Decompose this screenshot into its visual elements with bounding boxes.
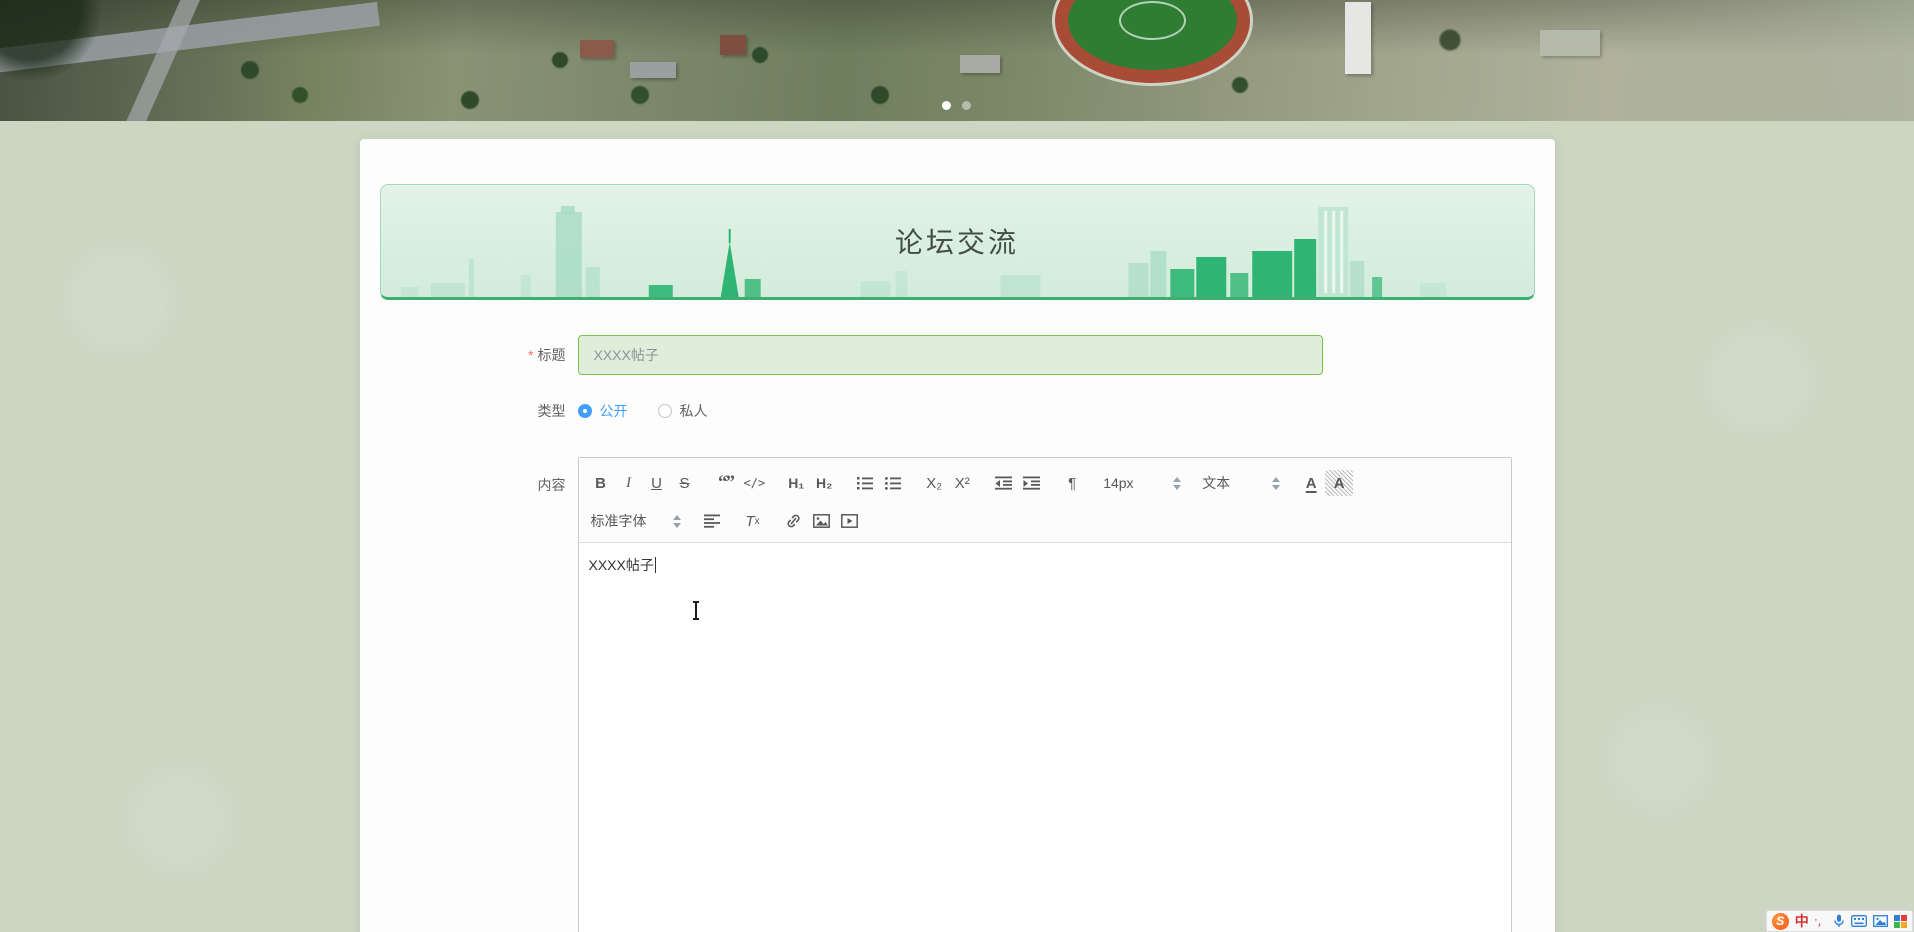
font-size-select[interactable]: 14px <box>1099 470 1185 496</box>
outdent-icon <box>994 476 1012 490</box>
font-size-value: 14px <box>1103 475 1134 491</box>
building-shape <box>1540 30 1600 56</box>
editor-content-text: XXXX帖子 <box>588 557 654 573</box>
code-button[interactable]: </> <box>740 470 770 496</box>
stadium-track-line <box>1118 0 1187 41</box>
text-type-select[interactable]: 文本 <box>1198 470 1284 496</box>
radio-unchecked-icon[interactable] <box>657 404 672 418</box>
parking-lot-shape <box>1614 0 1914 121</box>
heading1-button[interactable]: H₁ <box>782 470 810 496</box>
clear-format-x: x <box>754 515 760 527</box>
text-type-value: 文本 <box>1202 475 1231 491</box>
mouse-ibeam-cursor <box>691 601 700 620</box>
sort-arrows-icon <box>1173 476 1182 490</box>
page-title: 论坛交流 <box>894 227 1019 258</box>
type-form-row: 类型 公开 私人 <box>380 401 1535 421</box>
link-icon <box>787 514 800 528</box>
content-form-row: 内容 B I U S “” </> H₁ H₂ X₂ X² ¶ 14px 文本 … <box>380 457 1535 932</box>
image-icon <box>813 514 830 528</box>
toolbar-row-1: B I U S “” </> H₁ H₂ X₂ X² ¶ 14px 文本 A A <box>587 463 1503 503</box>
keyboard-icon[interactable] <box>1851 915 1867 927</box>
editor-toolbar: B I U S “” </> H₁ H₂ X₂ X² ¶ 14px 文本 A A… <box>578 458 1511 543</box>
stadium-shape <box>1055 0 1250 83</box>
radio-public[interactable]: 公开 <box>577 401 628 421</box>
forum-post-card: 论坛交流 *标题 类型 公开 私人 内 <box>359 139 1555 932</box>
text-caret <box>654 557 656 573</box>
building-shape <box>960 55 1000 73</box>
unordered-list-button[interactable] <box>879 470 907 496</box>
sort-arrows-icon <box>1272 476 1281 490</box>
building-shape <box>720 35 746 55</box>
align-button[interactable] <box>698 508 726 534</box>
font-family-select[interactable]: 标准字体 <box>587 508 685 534</box>
font-color-button[interactable]: A <box>1297 470 1325 496</box>
blockquote-button[interactable]: “” <box>712 470 740 496</box>
forum-header-banner: 论坛交流 <box>379 184 1535 300</box>
campus-photo-carousel <box>0 0 1914 121</box>
editor-content-area[interactable]: XXXX帖子 <box>579 543 1511 932</box>
video-icon <box>841 514 858 528</box>
radio-checked-icon[interactable] <box>577 404 592 418</box>
type-radio-group: 公开 私人 <box>577 401 708 421</box>
post-title-input[interactable] <box>577 335 1323 375</box>
toolbar-row-2: 标准字体 Tx <box>587 503 1503 539</box>
radio-private-label[interactable]: 私人 <box>680 401 708 421</box>
type-label: 类型 <box>537 403 566 419</box>
ime-punctuation-indicator[interactable]: ’， <box>1815 914 1827 929</box>
unordered-list-icon <box>885 477 902 490</box>
highlight-color-button[interactable]: A <box>1325 470 1354 496</box>
title-form-row: * 标题 <box>380 335 1535 375</box>
heading2-button[interactable]: H₂ <box>810 470 838 496</box>
ime-logo-icon[interactable]: S <box>1771 912 1789 930</box>
clear-format-T: T <box>745 512 755 530</box>
building-shape <box>580 40 614 58</box>
ordered-list-icon <box>857 477 874 490</box>
subscript-button[interactable]: X₂ <box>920 470 948 496</box>
ime-toolbox-icon[interactable] <box>1894 914 1907 928</box>
ime-status-bar: S 中 ’， <box>1765 910 1913 932</box>
content-label: 内容 <box>537 477 566 493</box>
font-family-value: 标准字体 <box>590 513 647 529</box>
italic-button[interactable]: I <box>615 470 643 496</box>
bold-button[interactable]: B <box>587 470 615 496</box>
carousel-indicator <box>941 101 971 110</box>
microphone-icon[interactable] <box>1833 914 1845 928</box>
superscript-button[interactable]: X² <box>948 470 976 496</box>
radio-public-label[interactable]: 公开 <box>600 401 628 421</box>
title-label-text: 标题 <box>537 347 566 363</box>
insert-image-button[interactable] <box>808 508 836 534</box>
rich-text-editor: B I U S “” </> H₁ H₂ X₂ X² ¶ 14px 文本 A A… <box>577 457 1512 932</box>
indent-icon <box>1022 476 1040 490</box>
insert-link-button[interactable] <box>780 508 808 534</box>
radio-private[interactable]: 私人 <box>657 401 708 421</box>
road-shape <box>110 0 208 121</box>
outdent-button[interactable] <box>989 470 1017 496</box>
required-mark: * <box>528 347 534 363</box>
screenshot-icon[interactable] <box>1873 915 1888 927</box>
sort-arrows-icon <box>672 514 681 528</box>
insert-video-button[interactable] <box>836 508 864 534</box>
carousel-dot-active[interactable] <box>941 101 951 110</box>
title-label: * 标题 <box>380 345 578 365</box>
ime-mode-chinese[interactable]: 中 <box>1795 911 1809 931</box>
paragraph-direction-button[interactable]: ¶ <box>1058 470 1086 496</box>
indent-button[interactable] <box>1017 470 1045 496</box>
clear-format-button[interactable]: Tx <box>739 508 767 534</box>
tall-building-shape <box>1345 2 1371 74</box>
carousel-dot-inactive[interactable] <box>961 101 971 110</box>
page-body: 论坛交流 *标题 类型 公开 私人 内 <box>0 121 1914 932</box>
align-left-icon <box>703 514 720 528</box>
ordered-list-button[interactable] <box>851 470 879 496</box>
building-shape <box>630 62 676 78</box>
strikethrough-button[interactable]: S <box>671 470 699 496</box>
underline-button[interactable]: U <box>643 470 671 496</box>
